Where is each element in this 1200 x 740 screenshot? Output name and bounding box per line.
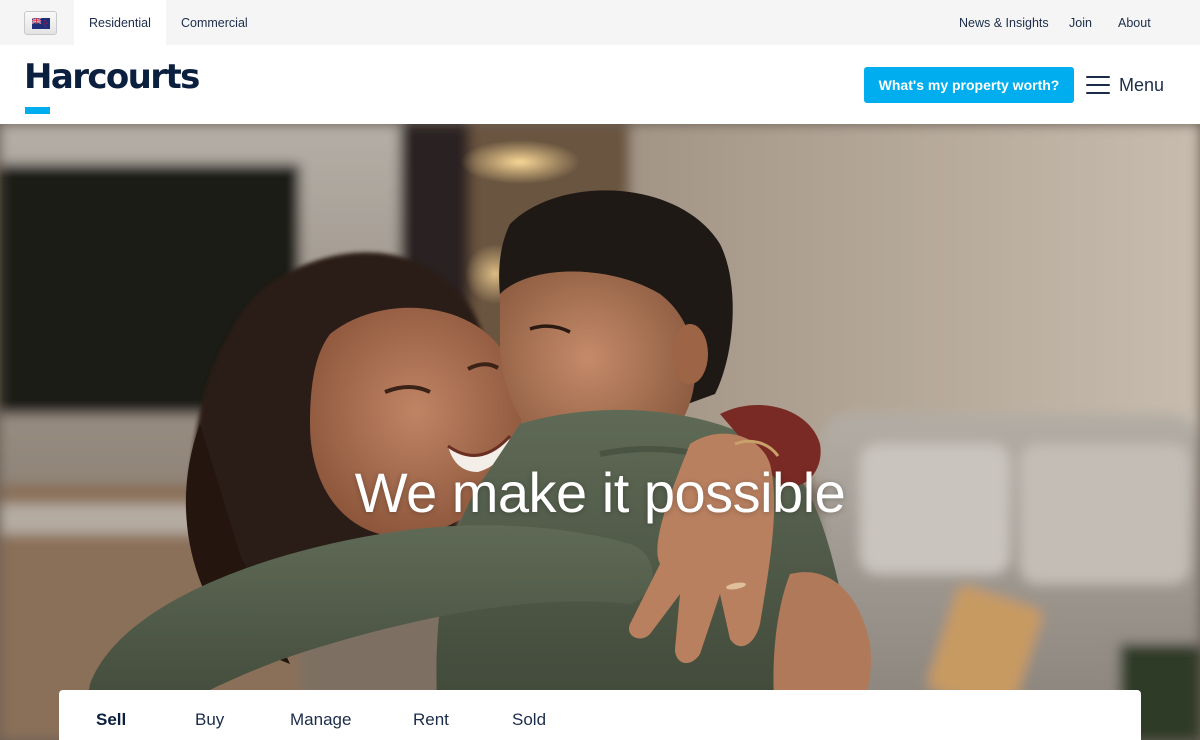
news-insights-link[interactable]: News & Insights — [959, 16, 1049, 30]
menu-label: Menu — [1119, 74, 1165, 95]
country-selector[interactable] — [24, 11, 57, 35]
about-link[interactable]: About — [1118, 16, 1151, 30]
segment-residential-tab[interactable]: Residential — [74, 0, 166, 45]
tab-rent[interactable]: Rent — [413, 710, 449, 730]
hero-photo — [0, 124, 1200, 740]
utility-bar: Residential Commercial News & Insights J… — [0, 0, 1200, 45]
new-zealand-flag-icon — [31, 17, 50, 29]
hero-headline: We make it possible — [354, 461, 846, 524]
search-panel: Sell Buy Manage Rent Sold — [59, 690, 1141, 740]
menu-button[interactable]: Menu — [1086, 67, 1164, 103]
tab-sell[interactable]: Sell — [96, 710, 126, 730]
tab-manage[interactable]: Manage — [290, 710, 351, 730]
hamburger-icon — [1086, 76, 1110, 94]
main-header: Harcourts What's my property worth? Menu — [0, 45, 1200, 124]
tab-sold[interactable]: Sold — [512, 710, 546, 730]
logo-wordmark: Harcourts — [24, 57, 200, 97]
logo-accent-bar — [25, 107, 50, 114]
segment-commercial-tab[interactable]: Commercial — [166, 0, 263, 45]
harcourts-logo[interactable]: Harcourts — [24, 55, 200, 115]
hero-banner: We make it possible — [0, 124, 1200, 740]
property-worth-button[interactable]: What's my property worth? — [864, 67, 1074, 103]
join-link[interactable]: Join — [1069, 16, 1092, 30]
tab-buy[interactable]: Buy — [195, 710, 224, 730]
